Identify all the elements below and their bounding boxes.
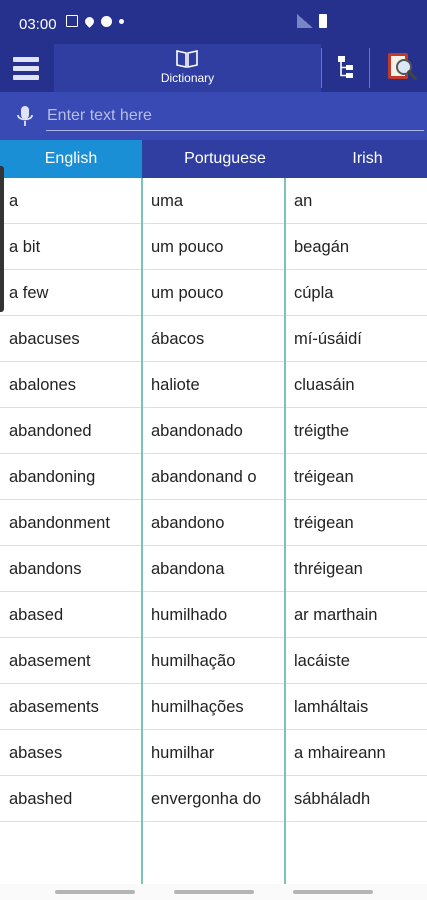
toolbar-divider bbox=[321, 48, 322, 88]
menu-button[interactable] bbox=[0, 44, 52, 92]
irish-cell: an bbox=[294, 192, 313, 210]
table-row[interactable]: abandoning abandonand o tréigean bbox=[0, 454, 427, 500]
portuguese-cell: uma bbox=[151, 192, 184, 210]
chat-icon bbox=[101, 15, 112, 27]
english-cell: abasements bbox=[9, 698, 99, 716]
table-row[interactable]: a bit um pouco beagán bbox=[0, 224, 427, 270]
word-rows: a uma an a bit um pouco beagán a few um pouco cú… bbox=[0, 178, 427, 822]
menu-icon-line bbox=[13, 65, 39, 71]
portuguese-cell: humilhações bbox=[151, 698, 244, 716]
notification-icons bbox=[66, 14, 124, 28]
language-header: English Portuguese Irish bbox=[0, 140, 427, 178]
table-row[interactable]: abasements humilhações lamháltais bbox=[0, 684, 427, 730]
column-divider bbox=[141, 178, 143, 884]
irish-cell: lamháltais bbox=[294, 698, 369, 716]
search-book-icon bbox=[388, 53, 417, 80]
navigation-bar bbox=[0, 884, 427, 900]
portuguese-cell: humilhado bbox=[151, 606, 228, 624]
search-book-button[interactable] bbox=[371, 44, 427, 92]
word-table: a uma an a bit um pouco beagán a few um pouco cú… bbox=[0, 178, 427, 884]
menu-icon-line bbox=[13, 74, 39, 80]
table-row[interactable]: abasement humilhação lacáiste bbox=[0, 638, 427, 684]
nav-recents-pill[interactable] bbox=[55, 890, 135, 894]
tab-irish[interactable]: Irish bbox=[308, 140, 427, 178]
table-row[interactable]: abandonment abandono tréigean bbox=[0, 500, 427, 546]
irish-cell: tréigthe bbox=[294, 422, 350, 440]
portuguese-cell: humilhação bbox=[151, 652, 236, 670]
table-row[interactable]: abased humilhado ar marthain bbox=[0, 592, 427, 638]
mic-icon[interactable] bbox=[15, 105, 35, 129]
portuguese-cell: um pouco bbox=[151, 284, 224, 302]
table-row[interactable]: a few um pouco cúpla bbox=[0, 270, 427, 316]
english-cell: abandonment bbox=[9, 514, 110, 532]
edge-panel-handle[interactable] bbox=[0, 166, 4, 312]
irish-cell: tréigean bbox=[294, 468, 354, 486]
irish-cell: ar marthain bbox=[294, 606, 378, 624]
portuguese-cell: abandona bbox=[151, 560, 225, 578]
english-cell: abases bbox=[9, 744, 63, 762]
input-bar bbox=[0, 92, 427, 140]
english-cell: a bbox=[9, 192, 19, 210]
table-row[interactable]: abandons abandona thréigean bbox=[0, 546, 427, 592]
portuguese-cell: ábacos bbox=[151, 330, 205, 348]
english-cell: a bit bbox=[9, 238, 41, 256]
english-cell: abalones bbox=[9, 376, 76, 394]
portuguese-cell: haliote bbox=[151, 376, 200, 394]
image-icon bbox=[66, 15, 78, 27]
table-row[interactable]: a uma an bbox=[0, 178, 427, 224]
dictionary-label: Dictionary bbox=[160, 71, 215, 85]
irish-cell: lacáiste bbox=[294, 652, 350, 670]
portuguese-cell: abandonado bbox=[151, 422, 243, 440]
portuguese-cell: abandono bbox=[151, 514, 225, 532]
english-cell: abacuses bbox=[9, 330, 80, 348]
toolbar-divider bbox=[369, 48, 370, 88]
english-cell: abandons bbox=[9, 560, 82, 578]
column-divider bbox=[284, 178, 286, 884]
tree-icon bbox=[338, 56, 353, 78]
app-toolbar: Dictionary bbox=[0, 44, 427, 92]
english-cell: abasement bbox=[9, 652, 91, 670]
tab-portuguese[interactable]: Portuguese bbox=[142, 140, 308, 178]
status-bar: 03:00 bbox=[0, 0, 427, 44]
irish-cell: sábháladh bbox=[294, 790, 371, 808]
book-icon bbox=[176, 50, 198, 68]
english-cell: abandoned bbox=[9, 422, 92, 440]
tree-button[interactable] bbox=[323, 44, 369, 92]
nav-back-pill[interactable] bbox=[293, 890, 373, 894]
table-row[interactable]: abases humilhar a mhaireann bbox=[0, 730, 427, 776]
irish-cell: cúpla bbox=[294, 284, 334, 302]
notification-icon bbox=[83, 14, 96, 28]
portuguese-cell: um pouco bbox=[151, 238, 224, 256]
status-time: 03:00 bbox=[19, 16, 57, 33]
table-row[interactable]: abandoned abandonado tréigthe bbox=[0, 408, 427, 454]
menu-icon-line bbox=[13, 56, 39, 62]
irish-cell: a mhaireann bbox=[294, 744, 386, 762]
search-input[interactable] bbox=[46, 101, 424, 131]
english-cell: abased bbox=[9, 606, 64, 624]
nav-home-pill[interactable] bbox=[174, 890, 254, 894]
irish-cell: beagán bbox=[294, 238, 350, 256]
table-row[interactable]: abalones haliote cluasáin bbox=[0, 362, 427, 408]
portuguese-cell: envergonha do bbox=[151, 790, 262, 808]
irish-cell: mí-úsáidí bbox=[294, 330, 362, 348]
english-cell: abandoning bbox=[9, 468, 96, 486]
signal-icon bbox=[297, 14, 313, 28]
tab-english[interactable]: English bbox=[0, 140, 142, 178]
table-row[interactable]: abashed envergonha do sábháladh bbox=[0, 776, 427, 822]
table-row[interactable]: abacuses ábacos mí-úsáidí bbox=[0, 316, 427, 362]
english-cell: a few bbox=[9, 284, 49, 302]
irish-cell: tréigean bbox=[294, 514, 354, 532]
english-cell: abashed bbox=[9, 790, 73, 808]
dictionary-tab[interactable]: Dictionary bbox=[54, 44, 321, 92]
irish-cell: thréigean bbox=[294, 560, 363, 578]
portuguese-cell: humilhar bbox=[151, 744, 215, 762]
battery-icon bbox=[319, 14, 327, 28]
portuguese-cell: abandonand o bbox=[151, 468, 257, 486]
irish-cell: cluasáin bbox=[294, 376, 355, 394]
more-dot-icon bbox=[119, 18, 124, 24]
system-icons bbox=[297, 14, 327, 28]
